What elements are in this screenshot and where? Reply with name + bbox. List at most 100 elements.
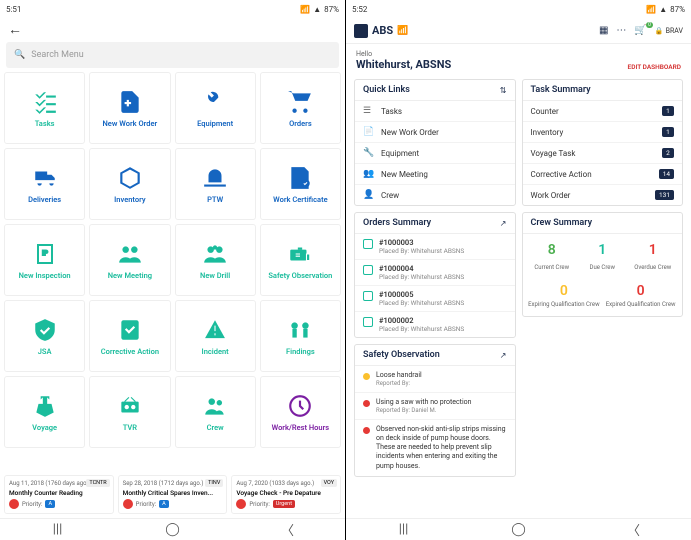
task-card[interactable]: Aug 11, 2018 (1760 days ago.)TCNTRMonthl… bbox=[4, 475, 114, 514]
quicklink-item[interactable]: 👥New Meeting bbox=[355, 164, 515, 185]
checkbox-icon[interactable] bbox=[363, 239, 373, 249]
menu-tile[interactable]: Voyage bbox=[4, 376, 85, 448]
back-nav-icon[interactable]: 〈 bbox=[624, 520, 644, 539]
brand-icon bbox=[354, 24, 368, 38]
home-icon[interactable]: ◯ bbox=[163, 522, 183, 537]
tile-label: New Inspection bbox=[17, 272, 73, 280]
home-icon[interactable]: ◯ bbox=[509, 522, 529, 537]
back-icon[interactable]: ← bbox=[8, 21, 22, 38]
menu-tile[interactable]: Work/Rest Hours bbox=[260, 376, 341, 448]
tasksummary-item[interactable]: Work Order131 bbox=[523, 185, 683, 205]
edit-dashboard-button[interactable]: EDIT DASHBOARD bbox=[628, 63, 681, 71]
tile-icon bbox=[286, 392, 314, 420]
svg-text:IP: IP bbox=[42, 250, 48, 257]
menu-tile[interactable]: TVR bbox=[89, 376, 170, 448]
android-navbar: ||| ◯ 〈 bbox=[346, 518, 691, 540]
panel-orders-summary: Orders Summary↗ #1000003Placed By: White… bbox=[354, 212, 516, 338]
crew-stat: 1 bbox=[628, 242, 679, 258]
tile-icon bbox=[201, 316, 229, 344]
quicklink-item[interactable]: 📄New Work Order bbox=[355, 122, 515, 143]
tile-icon bbox=[201, 164, 229, 192]
settings-icon[interactable]: ⇅ bbox=[500, 86, 507, 95]
menu-tile[interactable]: IP New Inspection bbox=[4, 224, 85, 296]
task-card[interactable]: Sep 28, 2018 (1712 days ago.)TINVMonthly… bbox=[118, 475, 228, 514]
menu-tile[interactable]: JSA bbox=[4, 300, 85, 372]
search-placeholder: Search Menu bbox=[31, 50, 83, 60]
task-card[interactable]: Aug 7, 2020 (1033 days ago.)VOYVoyage Ch… bbox=[231, 475, 341, 514]
quicklink-item[interactable]: 👤Crew bbox=[355, 185, 515, 205]
tile-icon: IP bbox=[31, 240, 59, 268]
tile-icon bbox=[201, 240, 229, 268]
tile-label: Inventory bbox=[112, 196, 147, 204]
recents-icon[interactable]: ||| bbox=[48, 522, 68, 537]
tile-label: Work/Rest Hours bbox=[270, 424, 332, 432]
order-item[interactable]: #1000005Placed By: Whitehurst ABSNS bbox=[355, 286, 515, 312]
more-icon[interactable]: ⋯ bbox=[616, 25, 626, 36]
tasksummary-item[interactable]: Counter1 bbox=[523, 101, 683, 122]
menu-tile[interactable]: Crew bbox=[175, 376, 256, 448]
crew-stat: 0 bbox=[603, 283, 678, 299]
tile-label: Voyage bbox=[30, 424, 59, 432]
statusbar: 5:52 📶▲87% bbox=[346, 0, 691, 18]
greeting: Hello Whitehurst, ABSNS EDIT DASHBOARD bbox=[346, 44, 691, 75]
tile-icon bbox=[116, 164, 144, 192]
quicklink-item[interactable]: 🔧Equipment bbox=[355, 143, 515, 164]
tasksummary-item[interactable]: Voyage Task2 bbox=[523, 143, 683, 164]
open-icon[interactable]: ↗ bbox=[500, 351, 507, 360]
count-badge: 2 bbox=[662, 148, 674, 158]
menu-tile[interactable]: Corrective Action bbox=[89, 300, 170, 372]
order-item[interactable]: #1000002Placed By: Whitehurst ABSNS bbox=[355, 312, 515, 337]
safety-item[interactable]: Using a saw with no protectionReported B… bbox=[355, 393, 515, 420]
topbar: ← bbox=[0, 18, 345, 40]
crew-stat: 1 bbox=[577, 242, 628, 258]
menu-tile[interactable]: Orders bbox=[260, 72, 341, 144]
menu-tile[interactable]: Inventory bbox=[89, 148, 170, 220]
checkbox-icon[interactable] bbox=[363, 265, 373, 275]
menu-tile[interactable]: Tasks bbox=[4, 72, 85, 144]
safety-item[interactable]: Loose handrailReported By: bbox=[355, 366, 515, 393]
clock: 5:52 bbox=[352, 5, 367, 14]
back-nav-icon[interactable]: 〈 bbox=[278, 520, 298, 539]
tile-icon bbox=[116, 392, 144, 420]
severity-dot bbox=[363, 373, 370, 380]
tile-icon bbox=[286, 240, 314, 268]
cart-icon[interactable]: 🛒0 bbox=[634, 25, 646, 36]
open-icon[interactable]: ↗ bbox=[500, 219, 507, 228]
tasksummary-item[interactable]: Corrective Action14 bbox=[523, 164, 683, 185]
panel-quick-links: Quick Links⇅ ☰Tasks📄New Work Order🔧Equip… bbox=[354, 79, 516, 206]
hello-label: Hello bbox=[356, 50, 451, 58]
search-input[interactable]: 🔍 Search Menu bbox=[6, 42, 339, 68]
menu-tile[interactable]: PTW bbox=[175, 148, 256, 220]
tile-icon bbox=[31, 316, 59, 344]
order-item[interactable]: #1000004Placed By: Whitehurst ABSNS bbox=[355, 260, 515, 286]
tile-label: Corrective Action bbox=[99, 348, 161, 356]
search-icon: 🔍 bbox=[14, 50, 25, 60]
tasksummary-item[interactable]: Inventory1 bbox=[523, 122, 683, 143]
menu-tile[interactable]: Deliveries bbox=[4, 148, 85, 220]
menu-tile[interactable]: Findings bbox=[260, 300, 341, 372]
menu-tile[interactable]: New Work Order bbox=[89, 72, 170, 144]
apps-icon[interactable]: ▦ bbox=[599, 25, 608, 36]
menu-tile[interactable]: New Drill bbox=[175, 224, 256, 296]
menu-tile[interactable]: Safety Observation bbox=[260, 224, 341, 296]
user-menu[interactable]: 🔒 BRAV bbox=[655, 27, 683, 35]
quicklink-item[interactable]: ☰Tasks bbox=[355, 101, 515, 122]
menu-tile[interactable]: Equipment bbox=[175, 72, 256, 144]
checkbox-icon[interactable] bbox=[363, 291, 373, 301]
task-cards-row: Aug 11, 2018 (1760 days ago.)TCNTRMonthl… bbox=[0, 475, 345, 518]
brand[interactable]: ABS 📶 bbox=[354, 24, 408, 38]
menu-tile[interactable]: Incident bbox=[175, 300, 256, 372]
order-item[interactable]: #1000003Placed By: Whitehurst ABSNS bbox=[355, 234, 515, 260]
quicklink-icon: 🔧 bbox=[363, 148, 375, 158]
menu-tile[interactable]: New Meeting bbox=[89, 224, 170, 296]
recents-icon[interactable]: ||| bbox=[394, 522, 414, 537]
menu-tile[interactable]: Work Certificate bbox=[260, 148, 341, 220]
crew-label: Expiring Qualification Crew bbox=[527, 301, 602, 308]
tile-label: New Work Order bbox=[101, 120, 160, 128]
checkbox-icon[interactable] bbox=[363, 317, 373, 327]
quicklink-icon: 👤 bbox=[363, 190, 375, 200]
safety-item[interactable]: Observed non-skid anti-slip strips missi… bbox=[355, 420, 515, 475]
tile-icon bbox=[116, 240, 144, 268]
tile-icon bbox=[286, 88, 314, 116]
tile-label: Orders bbox=[287, 120, 314, 128]
